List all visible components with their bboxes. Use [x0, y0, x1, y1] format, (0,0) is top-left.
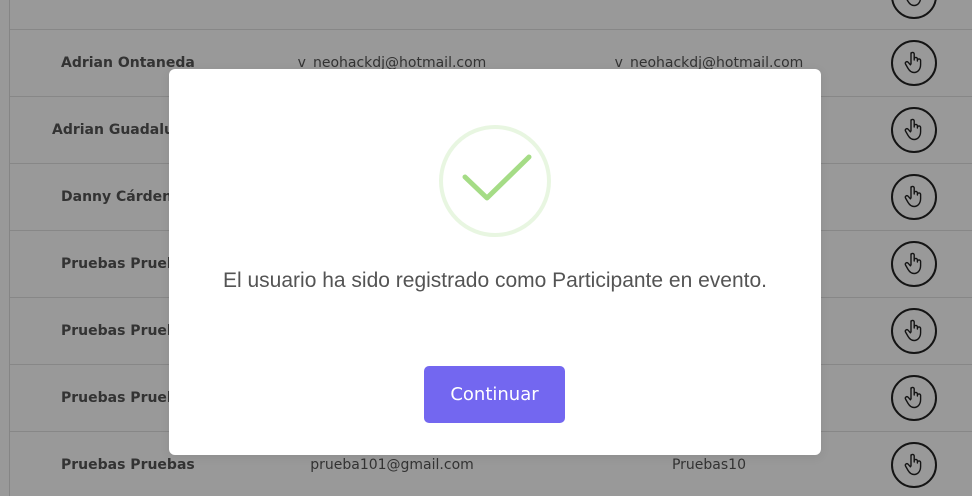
continue-button[interactable]: Continuar: [424, 366, 565, 423]
success-modal: El usuario ha sido registrado como Parti…: [169, 69, 821, 455]
success-check-icon: [439, 125, 551, 237]
page: Adrian Ontaneda v_neohackdj@hotmail.com …: [0, 0, 972, 496]
modal-message: El usuario ha sido registrado como Parti…: [223, 269, 767, 292]
